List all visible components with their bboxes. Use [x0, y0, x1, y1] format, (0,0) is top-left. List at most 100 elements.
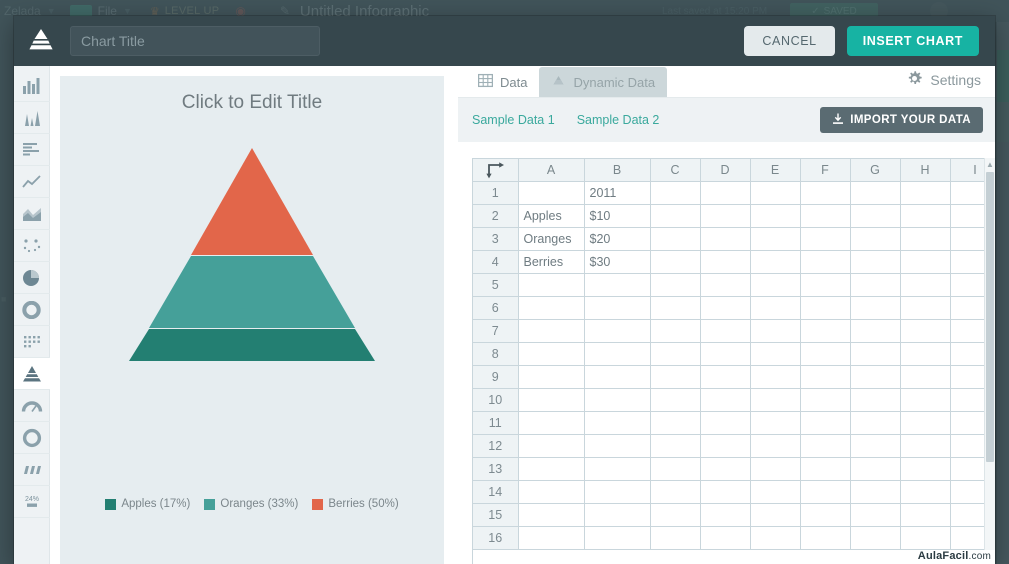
cell-C4[interactable]	[650, 250, 701, 274]
cell-B15[interactable]	[584, 503, 651, 527]
cell-D9[interactable]	[700, 365, 751, 389]
row-header-5[interactable]: 5	[473, 273, 519, 297]
data-grid-wrapper[interactable]: A B C D E F G H I 1 2011 2 Apples $10 3 Orange…	[472, 158, 985, 564]
pyramid-chart-graphic[interactable]	[60, 134, 444, 494]
cell-F12[interactable]	[800, 434, 851, 458]
cell-F13[interactable]	[800, 457, 851, 481]
column-header-e[interactable]: E	[750, 159, 801, 182]
pyramid-segment-apples[interactable]	[129, 329, 375, 361]
cell-H15[interactable]	[900, 503, 951, 527]
cell-A13[interactable]	[518, 457, 585, 481]
cell-C10[interactable]	[650, 388, 701, 412]
cell-E9[interactable]	[750, 365, 801, 389]
table-row[interactable]: 16	[473, 526, 985, 550]
cell-A5[interactable]	[518, 273, 585, 297]
column-header-d[interactable]: D	[700, 159, 751, 182]
cell-C15[interactable]	[650, 503, 701, 527]
cell-C14[interactable]	[650, 480, 701, 504]
cell-I2[interactable]	[950, 204, 985, 228]
cell-D12[interactable]	[700, 434, 751, 458]
table-row[interactable]: 7	[473, 319, 985, 343]
row-header-11[interactable]: 11	[473, 411, 519, 435]
cell-D11[interactable]	[700, 411, 751, 435]
row-header-2[interactable]: 2	[473, 204, 519, 228]
cell-I16[interactable]	[950, 526, 985, 550]
cell-A10[interactable]	[518, 388, 585, 412]
cell-F1[interactable]	[800, 181, 851, 205]
chart-type-bar-chart[interactable]	[14, 70, 50, 102]
row-header-14[interactable]: 14	[473, 480, 519, 504]
cell-G9[interactable]	[850, 365, 901, 389]
cell-G14[interactable]	[850, 480, 901, 504]
table-row[interactable]: 8	[473, 342, 985, 366]
tab-data[interactable]: Data	[466, 67, 540, 97]
cell-D14[interactable]	[700, 480, 751, 504]
table-row[interactable]: 5	[473, 273, 985, 297]
cell-G5[interactable]	[850, 273, 901, 297]
cell-D1[interactable]	[700, 181, 751, 205]
chart-type-tornado-chart[interactable]	[14, 454, 50, 486]
cell-E1[interactable]	[750, 181, 801, 205]
chart-type-pyramid-chart[interactable]	[14, 358, 50, 390]
chart-type-column-chart[interactable]	[14, 102, 50, 134]
cell-G11[interactable]	[850, 411, 901, 435]
cell-D5[interactable]	[700, 273, 751, 297]
cell-F7[interactable]	[800, 319, 851, 343]
cell-A14[interactable]	[518, 480, 585, 504]
cell-C7[interactable]	[650, 319, 701, 343]
table-row[interactable]: 2 Apples $10	[473, 204, 985, 228]
table-row[interactable]: 12	[473, 434, 985, 458]
cell-G10[interactable]	[850, 388, 901, 412]
grid-vertical-scrollbar[interactable]: ▲	[984, 158, 995, 550]
cell-H14[interactable]	[900, 480, 951, 504]
cell-E7[interactable]	[750, 319, 801, 343]
chart-type-percent-chart[interactable]: 24%	[14, 486, 50, 518]
chart-type-area-chart[interactable]	[14, 198, 50, 230]
row-header-1[interactable]: 1	[473, 181, 519, 205]
cell-E14[interactable]	[750, 480, 801, 504]
cell-D10[interactable]	[700, 388, 751, 412]
chart-type-pie-chart[interactable]	[14, 262, 50, 294]
chart-preview-canvas[interactable]: Click to Edit Title Apples (17%) Oranges…	[60, 76, 444, 564]
cell-H4[interactable]	[900, 250, 951, 274]
settings-button[interactable]: Settings	[906, 70, 981, 90]
cell-A6[interactable]	[518, 296, 585, 320]
cell-F6[interactable]	[800, 296, 851, 320]
chart-type-scatter-chart[interactable]	[14, 230, 50, 262]
cell-B5[interactable]	[584, 273, 651, 297]
cell-G16[interactable]	[850, 526, 901, 550]
cell-H7[interactable]	[900, 319, 951, 343]
cell-E6[interactable]	[750, 296, 801, 320]
chart-title-placeholder[interactable]: Click to Edit Title	[60, 92, 444, 114]
cell-B14[interactable]	[584, 480, 651, 504]
cell-F11[interactable]	[800, 411, 851, 435]
cell-E2[interactable]	[750, 204, 801, 228]
cell-B9[interactable]	[584, 365, 651, 389]
cell-H6[interactable]	[900, 296, 951, 320]
cell-I15[interactable]	[950, 503, 985, 527]
cell-G13[interactable]	[850, 457, 901, 481]
chart-title-input[interactable]	[70, 26, 320, 56]
import-your-data-button[interactable]: IMPORT YOUR DATA	[820, 107, 983, 133]
cell-H1[interactable]	[900, 181, 951, 205]
cell-H8[interactable]	[900, 342, 951, 366]
row-header-6[interactable]: 6	[473, 296, 519, 320]
row-header-4[interactable]: 4	[473, 250, 519, 274]
cell-B13[interactable]	[584, 457, 651, 481]
cell-B7[interactable]	[584, 319, 651, 343]
cell-I13[interactable]	[950, 457, 985, 481]
row-header-12[interactable]: 12	[473, 434, 519, 458]
data-grid[interactable]: A B C D E F G H I 1 2011 2 Apples $10 3 Orange…	[473, 159, 985, 550]
cell-B10[interactable]	[584, 388, 651, 412]
cell-B8[interactable]	[584, 342, 651, 366]
column-header-h[interactable]: H	[900, 159, 951, 182]
cell-G2[interactable]	[850, 204, 901, 228]
cell-D4[interactable]	[700, 250, 751, 274]
cell-I8[interactable]	[950, 342, 985, 366]
cell-C1[interactable]	[650, 181, 701, 205]
table-row[interactable]: 11	[473, 411, 985, 435]
cell-F4[interactable]	[800, 250, 851, 274]
table-row[interactable]: 13	[473, 457, 985, 481]
cell-F8[interactable]	[800, 342, 851, 366]
cell-G7[interactable]	[850, 319, 901, 343]
